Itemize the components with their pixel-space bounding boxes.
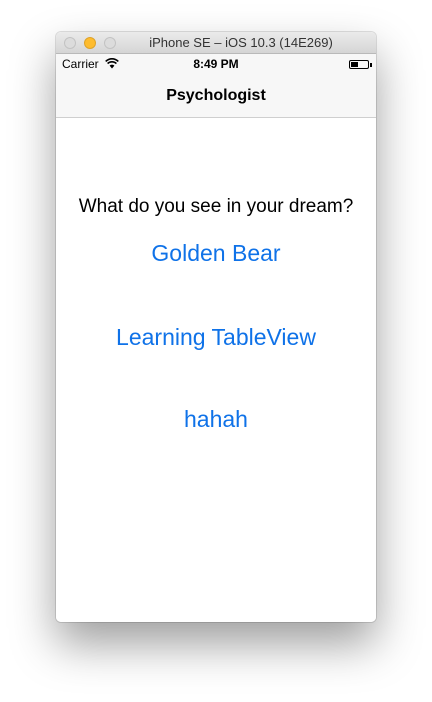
status-time: 8:49 PM	[193, 57, 239, 71]
window-title: iPhone SE – iOS 10.3 (14E269)	[149, 35, 333, 50]
window-titlebar[interactable]: iPhone SE – iOS 10.3 (14E269)	[56, 32, 376, 54]
simulator-window: iPhone SE – iOS 10.3 (14E269) Carrier 8:…	[56, 32, 376, 622]
learning-tableview-button[interactable]: Learning TableView	[56, 324, 376, 351]
battery-icon	[349, 60, 369, 69]
hahah-button[interactable]: hahah	[56, 406, 376, 433]
battery-tip	[370, 63, 372, 67]
navigation-bar: Psychologist	[56, 74, 376, 118]
nav-title: Psychologist	[166, 87, 266, 104]
status-bar: Carrier 8:49 PM	[56, 54, 376, 74]
question-label: What do you see in your dream?	[78, 196, 354, 217]
device-screen: Carrier 8:49 PM Psychologist What do you…	[56, 54, 376, 622]
golden-bear-button[interactable]: Golden Bear	[56, 240, 376, 267]
